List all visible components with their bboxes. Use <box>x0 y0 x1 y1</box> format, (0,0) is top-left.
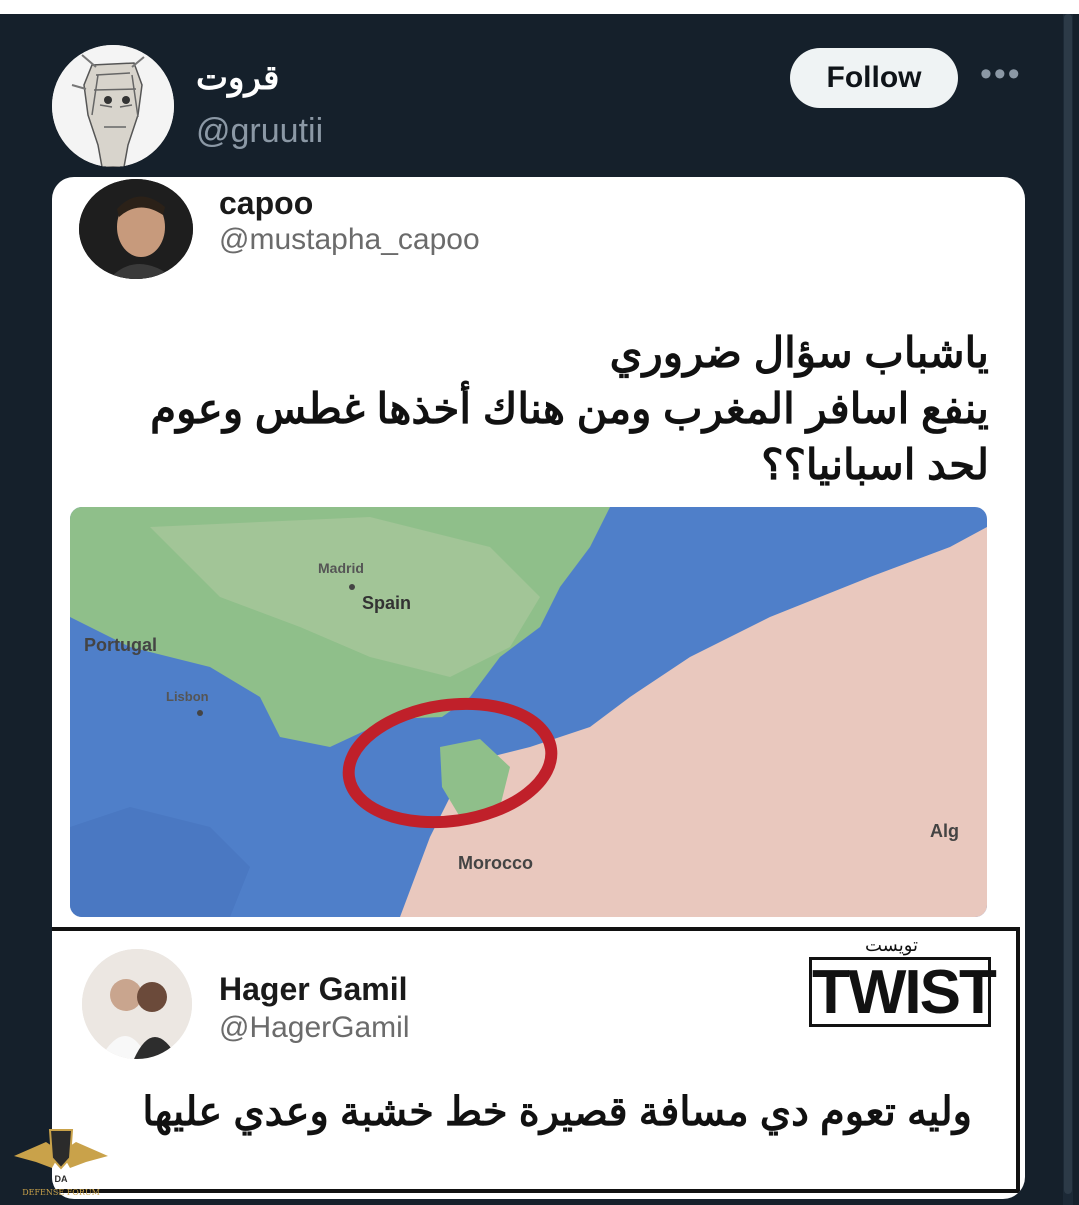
map-label-portugal: Portugal <box>84 635 157 655</box>
eagle-shield-logo: DA <box>14 1129 108 1184</box>
author-display-name[interactable]: قروت <box>196 58 279 98</box>
author-avatar[interactable] <box>52 45 174 167</box>
author-handle[interactable]: @gruutii <box>196 112 323 151</box>
reply-card: Hager Gamil @HagerGamil TWIST تويست وليه… <box>52 927 1020 1193</box>
strait-of-gibraltar-map: Madrid Spain Portugal Lisbon Morocco Alg <box>70 507 987 917</box>
twist-logo-text: TWIST <box>809 957 997 1027</box>
quoted-display-name: capoo <box>219 185 314 221</box>
reply-text: وليه تعوم دي مسافة قصيرة خط خشبة وعدي عل… <box>142 1090 972 1134</box>
watermark-text: DEFENSE FORUM <box>22 1188 100 1197</box>
forum-watermark: DA DEFENSE FORUM <box>6 1112 116 1204</box>
map-label-lisbon: Lisbon <box>166 689 209 704</box>
twist-logo-arabic: تويست <box>861 935 923 956</box>
map-label-spain: Spain <box>362 593 411 613</box>
follow-button[interactable]: Follow <box>790 48 958 108</box>
map-label-madrid: Madrid <box>318 560 364 576</box>
map-label-algeria: Alg <box>930 821 959 841</box>
reply-avatar <box>82 949 192 1059</box>
twist-logo: TWIST تويست <box>809 935 997 1031</box>
quoted-text: ياشباب سؤال ضروري ينفع اسافر المغرب ومن … <box>109 325 989 493</box>
map-label-morocco: Morocco <box>458 853 533 873</box>
quoted-text-line: ياشباب سؤال ضروري <box>609 329 989 376</box>
quoted-avatar <box>79 179 193 279</box>
quoted-handle: @mustapha_capoo <box>219 223 480 256</box>
more-horizontal-icon[interactable]: ••• <box>980 57 1022 91</box>
svg-text:DA: DA <box>55 1174 68 1184</box>
tweet-view: قروت @gruutii Follow ••• capoo @mustapha… <box>0 14 1079 1205</box>
quoted-text-line: ينفع اسافر المغرب ومن هناك أخذها غطس وعو… <box>150 385 989 432</box>
quoted-text-line: لحد اسبانيا؟؟ <box>761 441 989 488</box>
scrollbar-thumb[interactable] <box>1064 14 1072 1194</box>
reply-handle: @HagerGamil <box>219 1011 410 1044</box>
reply-display-name: Hager Gamil <box>219 971 408 1007</box>
tweet-image[interactable]: capoo @mustapha_capoo ياشباب سؤال ضروري … <box>52 177 1025 1199</box>
scrollbar[interactable] <box>1063 14 1073 1205</box>
